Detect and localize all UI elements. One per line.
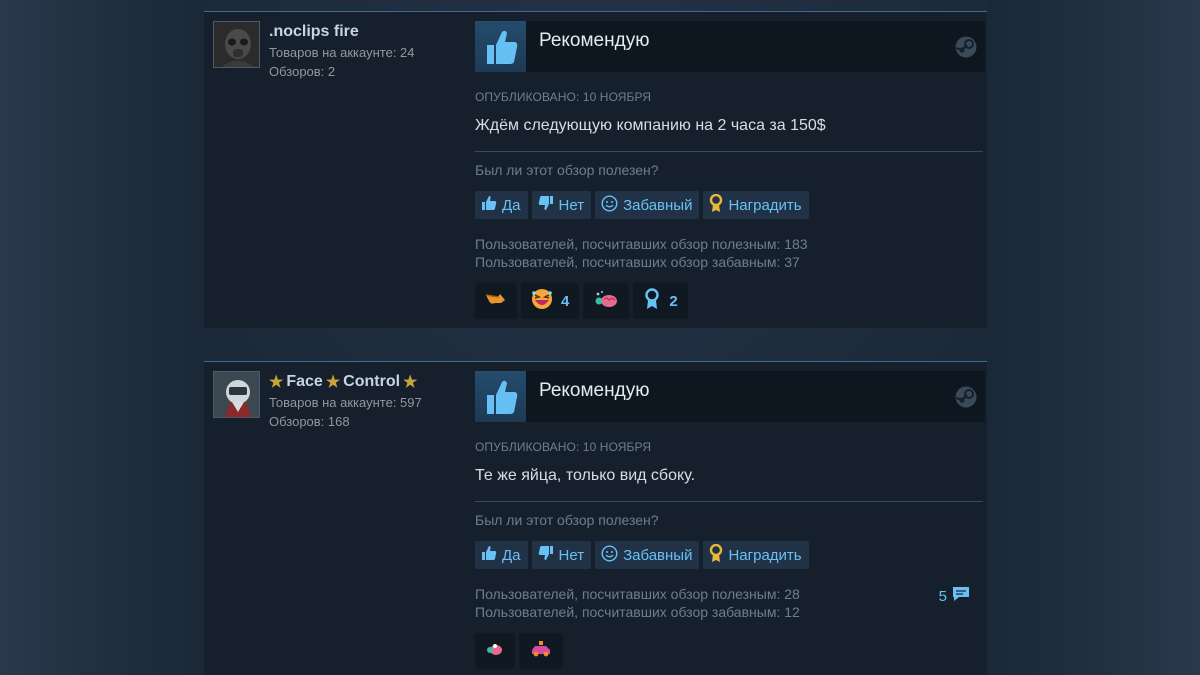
reaction[interactable]	[583, 283, 630, 319]
reactions-row: 4 2	[475, 283, 985, 319]
vote-no-label: Нет	[558, 196, 585, 214]
reactions-row	[475, 633, 985, 669]
reaction-count: 4	[561, 292, 570, 310]
pointing-hand-icon	[485, 291, 507, 311]
vote-no-button[interactable]: Нет	[531, 191, 592, 219]
helpful-count: Пользователей, посчитавших обзор полезны…	[475, 236, 808, 252]
thumbs-up-icon	[481, 195, 497, 215]
funny-count: Пользователей, посчитавших обзор забавны…	[475, 254, 800, 270]
verdict-banner[interactable]: Рекомендую	[475, 21, 985, 72]
thumbs-down-icon	[538, 195, 554, 215]
smiley-icon	[601, 194, 618, 216]
funny-count: Пользователей, посчитавших обзор забавны…	[475, 604, 800, 620]
thumbs-down-icon	[538, 545, 554, 565]
reaction[interactable]	[475, 283, 517, 319]
background-right-shade	[986, 0, 1200, 675]
reaction-count: 2	[669, 292, 678, 310]
vote-controls: Да Нет Забавный Наградить	[475, 541, 985, 569]
award-button[interactable]: Наградить	[703, 191, 809, 219]
comment-count: 5	[938, 587, 947, 605]
vote-counts: Пользователей, посчитавших обзор полезны…	[475, 235, 985, 271]
award-icon	[709, 543, 723, 566]
avatar[interactable]	[213, 21, 260, 68]
brain-icon	[485, 641, 505, 661]
vote-funny-label: Забавный	[623, 196, 693, 214]
author-info: .noclips fire Товаров на аккаунте: 24 Об…	[269, 21, 469, 81]
products-count[interactable]: Товаров на аккаунте: 597	[269, 393, 469, 412]
verdict-label: Рекомендую	[539, 29, 650, 51]
vote-funny-button[interactable]: Забавный	[595, 541, 700, 569]
vote-yes-label: Да	[502, 196, 521, 214]
vote-counts: Пользователей, посчитавших обзор полезны…	[475, 585, 985, 621]
thumbs-up-icon	[475, 21, 526, 72]
vote-funny-button[interactable]: Забавный	[595, 191, 700, 219]
smiley-icon	[601, 544, 618, 566]
award-icon	[709, 193, 723, 216]
review-content: Рекомендую ОПУБЛИКОВАНО: 10 НОЯБРЯ Те же…	[475, 371, 985, 669]
vote-no-button[interactable]: Нет	[531, 541, 592, 569]
award-label: Наградить	[728, 546, 802, 564]
products-count[interactable]: Товаров на аккаунте: 24	[269, 43, 469, 62]
thumbs-up-icon	[475, 371, 526, 422]
posted-date: ОПУБЛИКОВАНО: 10 НОЯБРЯ	[475, 90, 652, 104]
reaction[interactable]: 2	[633, 283, 688, 319]
vote-yes-button[interactable]: Да	[475, 191, 528, 219]
vote-controls: Да Нет Забавный Наградить	[475, 191, 985, 219]
divider	[475, 501, 983, 502]
car-icon	[529, 640, 553, 662]
vote-yes-label: Да	[502, 546, 521, 564]
vote-no-label: Нет	[558, 546, 585, 564]
helpful-count: Пользователей, посчитавших обзор полезны…	[475, 586, 800, 602]
review-text: Ждём следующую компанию на 2 часа за 150…	[475, 117, 826, 134]
star-icon: ★	[403, 374, 418, 391]
vote-yes-button[interactable]: Да	[475, 541, 528, 569]
award-label: Наградить	[728, 196, 802, 214]
posted-date: ОПУБЛИКОВАНО: 10 НОЯБРЯ	[475, 440, 652, 454]
laughing-face-icon	[531, 288, 553, 314]
steam-icon	[955, 386, 977, 413]
reaction[interactable]	[475, 633, 515, 669]
vote-funny-label: Забавный	[623, 546, 693, 564]
award-button[interactable]: Наградить	[703, 541, 809, 569]
author-name[interactable]: ★ Face ★ Control ★	[269, 371, 469, 393]
comments-link[interactable]: 5	[939, 584, 971, 609]
review-text: Те же яйца, только вид сбоку.	[475, 467, 696, 484]
verdict-banner[interactable]: Рекомендую	[475, 371, 985, 422]
reviews-count[interactable]: Обзоров: 168	[269, 412, 469, 431]
brain-icon	[593, 289, 619, 313]
helpful-question: Был ли этот обзор полезен?	[475, 512, 659, 528]
thumbs-up-icon	[481, 545, 497, 565]
helpful-question: Был ли этот обзор полезен?	[475, 162, 659, 178]
review-card: .noclips fire Товаров на аккаунте: 24 Об…	[204, 11, 987, 328]
ribbon-award-icon	[643, 288, 661, 314]
steam-icon	[955, 36, 977, 63]
reaction[interactable]: 4	[521, 283, 580, 319]
review-content: Рекомендую ОПУБЛИКОВАНО: 10 НОЯБРЯ Ждём …	[475, 21, 985, 319]
star-icon: ★	[325, 374, 341, 391]
avatar[interactable]	[213, 371, 260, 418]
review-card: ★ Face ★ Control ★ Товаров на аккаунте: …	[204, 361, 987, 675]
speech-bubble-icon	[951, 584, 971, 609]
divider	[475, 151, 983, 152]
author-info: ★ Face ★ Control ★ Товаров на аккаунте: …	[269, 371, 469, 431]
verdict-label: Рекомендую	[539, 379, 650, 401]
author-name[interactable]: .noclips fire	[269, 21, 469, 43]
star-icon: ★	[269, 374, 284, 391]
background-left-shade	[0, 0, 204, 675]
reviews-count[interactable]: Обзоров: 2	[269, 62, 469, 81]
reaction[interactable]	[519, 633, 563, 669]
